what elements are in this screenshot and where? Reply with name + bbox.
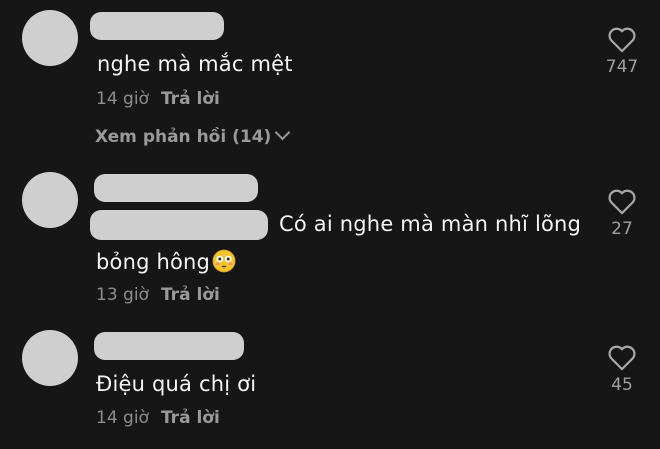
comment-meta: 14 giờ Trả lời <box>96 89 220 109</box>
avatar[interactable] <box>22 172 78 228</box>
comment-time: 14 giờ <box>96 408 149 428</box>
comment-text-line-1: Có ai nghe mà màn nhĩ lõng <box>279 212 582 236</box>
like-button[interactable]: 45 <box>597 344 647 395</box>
username-redacted[interactable] <box>94 174 258 202</box>
comment-text-line-2-label: bỏng hông <box>96 250 211 274</box>
comment-text-line-2: bỏng hông <box>96 249 236 274</box>
text-redacted <box>90 210 268 240</box>
view-replies-button[interactable]: Xem phản hồi (14) <box>95 124 291 147</box>
heart-outline-icon <box>608 189 636 215</box>
comment-time: 13 giờ <box>96 285 149 305</box>
comment-text: nghe mà mắc mệt <box>97 52 293 76</box>
flushed-face-emoji <box>212 249 236 273</box>
heart-outline-icon <box>608 345 636 371</box>
comment-meta: 14 giờ Trả lời <box>96 408 220 428</box>
like-count: 27 <box>611 219 633 239</box>
reply-button[interactable]: Trả lời <box>161 285 220 305</box>
username-redacted[interactable] <box>94 332 244 360</box>
heart-outline-icon <box>608 27 636 53</box>
comment-meta: 13 giờ Trả lời <box>96 285 220 305</box>
view-replies-label: Xem phản hồi (14) <box>95 127 272 147</box>
username-redacted[interactable] <box>90 12 224 40</box>
comment-time: 14 giờ <box>96 89 149 109</box>
like-count: 45 <box>611 375 633 395</box>
reply-button[interactable]: Trả lời <box>161 89 220 109</box>
reply-button[interactable]: Trả lời <box>161 408 220 428</box>
like-count: 747 <box>605 57 639 77</box>
comment-text: Điệu quá chị ơi <box>96 372 257 396</box>
avatar[interactable] <box>22 10 78 66</box>
like-button[interactable]: 747 <box>597 26 647 77</box>
chevron-down-icon <box>275 124 291 141</box>
like-button[interactable]: 27 <box>597 188 647 239</box>
avatar[interactable] <box>22 330 78 386</box>
